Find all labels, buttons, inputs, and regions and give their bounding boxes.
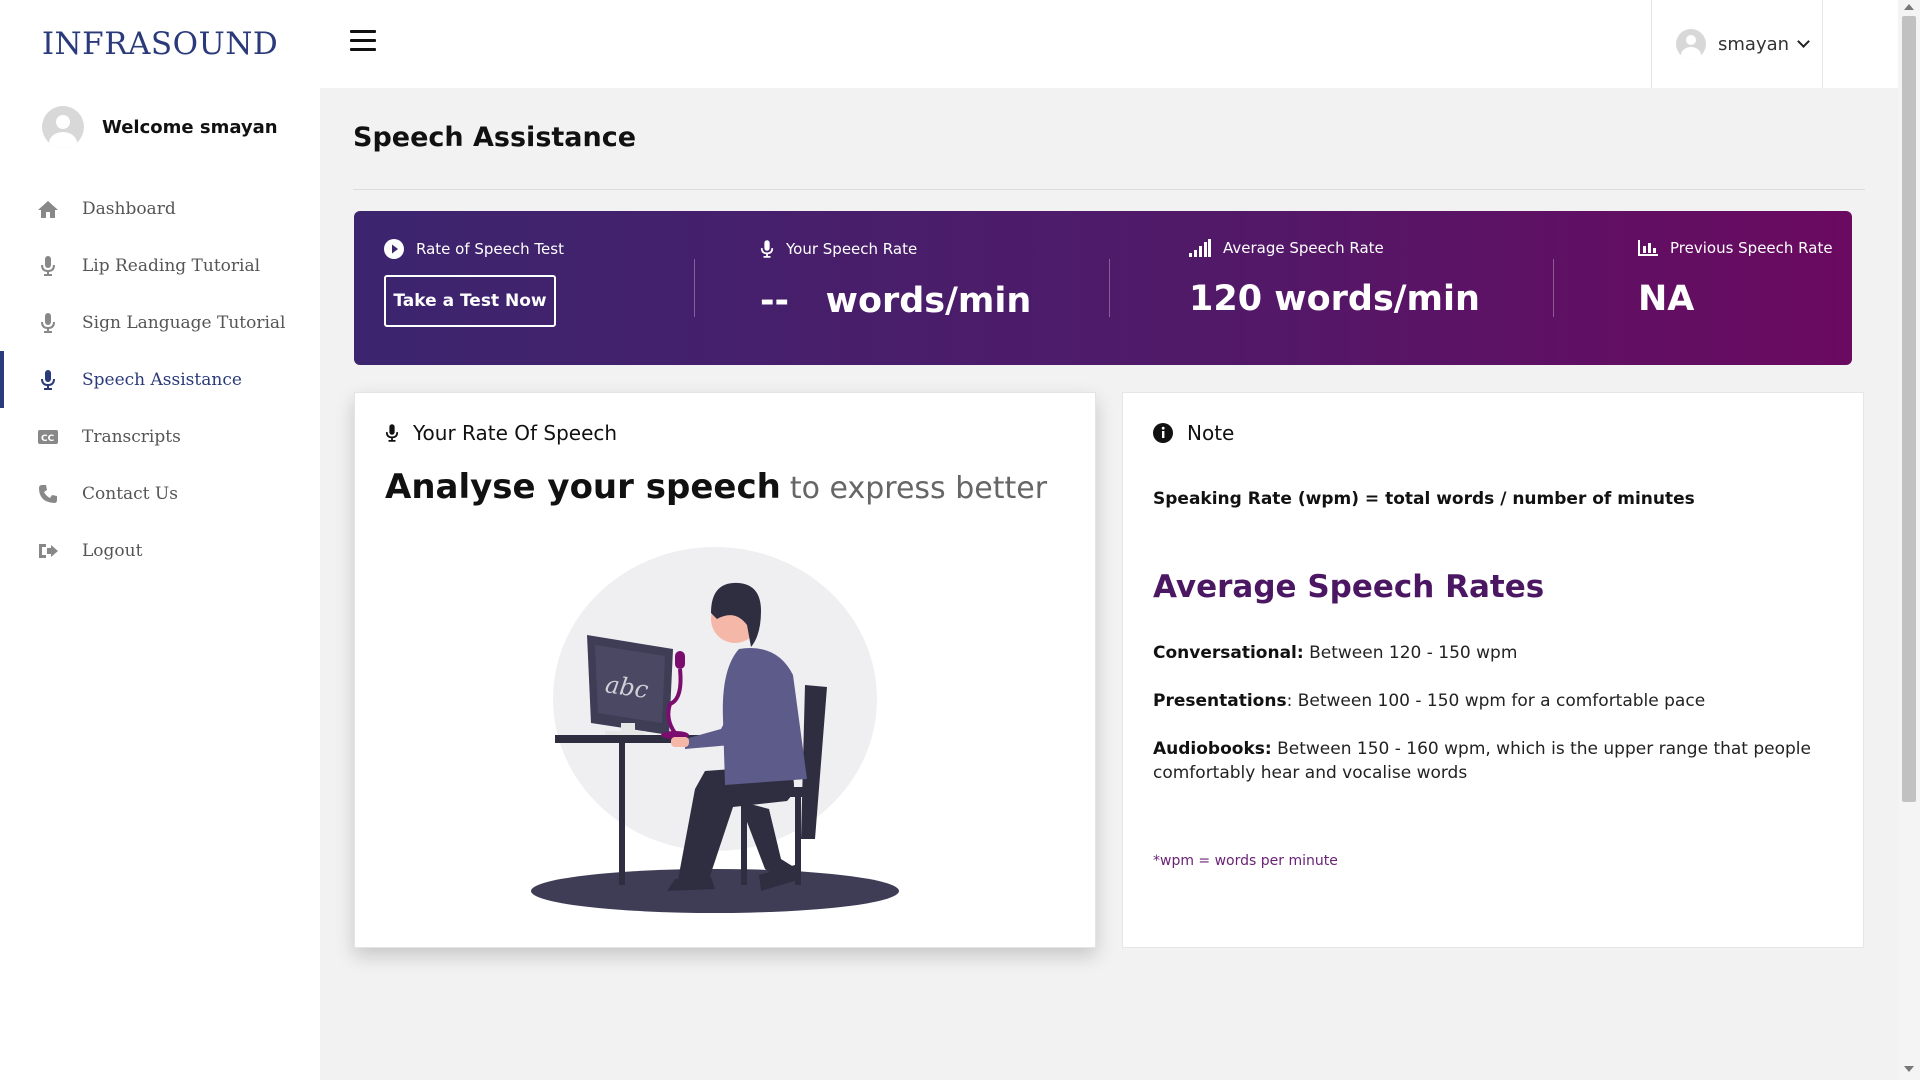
home-icon [36, 197, 60, 221]
sidebar-item-label: Sign Language Tutorial [82, 312, 286, 333]
user-name: smayan [1718, 33, 1790, 55]
closed-captions-icon: CC [36, 425, 60, 449]
avatar [1676, 29, 1706, 59]
rate-audiobooks: Audiobooks: Between 150 - 160 wpm, which… [1153, 737, 1833, 785]
wpm-footnote: *wpm = words per minute [1153, 853, 1338, 869]
note-heading: Note [1187, 421, 1235, 445]
sidebar: Welcome smayan Dashboard Lip Reading Tut… [0, 88, 320, 1080]
sidebar-item-logout[interactable]: Logout [0, 522, 320, 579]
rate-presentations: Presentations: Between 100 - 150 wpm for… [1153, 689, 1833, 713]
avatar [42, 106, 84, 148]
rate-test-block: Rate of Speech Test Take a Test Now [384, 239, 564, 327]
rate-label: Conversational: [1153, 643, 1304, 663]
previous-rate-value: NA [1638, 279, 1695, 319]
average-rates-title: Average Speech Rates [1153, 569, 1545, 605]
phone-icon [36, 482, 60, 506]
info-circle-icon [1153, 423, 1173, 443]
menu-toggle-icon[interactable] [350, 30, 376, 52]
rate-text: : Between 100 - 150 wpm for a comfortabl… [1286, 691, 1706, 711]
rate-label: Audiobooks: [1153, 739, 1272, 759]
sidebar-item-sign-language-tutorial[interactable]: Sign Language Tutorial [0, 294, 320, 351]
microphone-icon [760, 240, 774, 258]
page-title: Speech Assistance [353, 122, 637, 153]
sidebar-nav: Dashboard Lip Reading Tutorial Sign Lang… [0, 180, 320, 579]
rate-test-label: Rate of Speech Test [416, 240, 564, 258]
welcome-block: Welcome smayan [42, 106, 278, 148]
sidebar-item-speech-assistance[interactable]: Speech Assistance [0, 351, 320, 408]
welcome-text: Welcome smayan [102, 116, 278, 138]
sidebar-item-contact-us[interactable]: Contact Us [0, 465, 320, 522]
sidebar-item-lip-reading-tutorial[interactable]: Lip Reading Tutorial [0, 237, 320, 294]
sidebar-item-label: Logout [82, 540, 143, 561]
play-circle-icon [384, 239, 404, 259]
chevron-down-icon [1797, 35, 1810, 48]
divider [1109, 259, 1110, 317]
take-test-button[interactable]: Take a Test Now [384, 275, 556, 327]
top-bar: INFRASOUND smayan [0, 0, 1898, 88]
divider [694, 259, 695, 317]
sidebar-item-label: Lip Reading Tutorial [82, 255, 261, 276]
previous-rate-label: Previous Speech Rate [1670, 239, 1833, 257]
microphone-icon [36, 311, 60, 335]
headline-bold: Analyse your speech [385, 467, 781, 507]
your-rate-block: Your Speech Rate -- words/min [760, 239, 1031, 321]
card-heading: Your Rate Of Speech [413, 421, 618, 445]
scroll-thumb[interactable] [1902, 16, 1916, 802]
svg-text:CC: CC [41, 434, 55, 444]
microphone-icon [36, 368, 60, 392]
your-rate-label: Your Speech Rate [786, 240, 918, 258]
sidebar-item-label: Transcripts [82, 426, 181, 447]
rate-of-speech-card: Your Rate Of Speech Analyse your speech … [354, 392, 1096, 948]
divider [1553, 259, 1554, 317]
rate-text: Between 120 - 150 wpm [1303, 643, 1518, 663]
average-rate-block: Average Speech Rate 120 words/min [1189, 239, 1480, 319]
speaking-rate-formula: Speaking Rate (wpm) = total words / numb… [1153, 489, 1695, 509]
speech-rate-banner: Rate of Speech Test Take a Test Now Your… [354, 211, 1852, 365]
sidebar-item-label: Dashboard [82, 198, 176, 219]
rate-conversational: Conversational: Between 120 - 150 wpm [1153, 641, 1833, 665]
average-rate-label: Average Speech Rate [1223, 239, 1384, 257]
your-rate-value: -- words/min [760, 281, 1032, 321]
headline-light: to express better [789, 471, 1048, 506]
page-scrollbar[interactable] [1898, 0, 1920, 1080]
average-rate-value: 120 words/min [1189, 279, 1480, 319]
note-card: Note Speaking Rate (wpm) = total words /… [1122, 392, 1864, 948]
scroll-down-arrow-icon[interactable] [1904, 1066, 1914, 1072]
sidebar-item-label: Contact Us [82, 483, 178, 504]
previous-rate-block: Previous Speech Rate NA [1638, 239, 1833, 319]
card-headline: Analyse your speech to express better [385, 467, 1047, 507]
monitor-screen-text: abc [604, 670, 651, 704]
sidebar-item-label: Speech Assistance [82, 369, 242, 390]
sidebar-item-transcripts[interactable]: CC Transcripts [0, 408, 320, 465]
microphone-icon [36, 254, 60, 278]
scroll-up-arrow-icon[interactable] [1904, 4, 1914, 10]
sign-out-icon [36, 539, 60, 563]
user-menu-dropdown[interactable]: smayan [1651, 0, 1823, 88]
rate-label: Presentations [1153, 691, 1287, 711]
brand-logo[interactable]: INFRASOUND [0, 0, 320, 88]
divider [353, 189, 1865, 190]
signal-bars-icon [1189, 239, 1211, 257]
microphone-icon [385, 424, 399, 442]
bar-chart-icon [1638, 240, 1658, 256]
speech-illustration: abc [531, 547, 899, 913]
sidebar-item-dashboard[interactable]: Dashboard [0, 180, 320, 237]
